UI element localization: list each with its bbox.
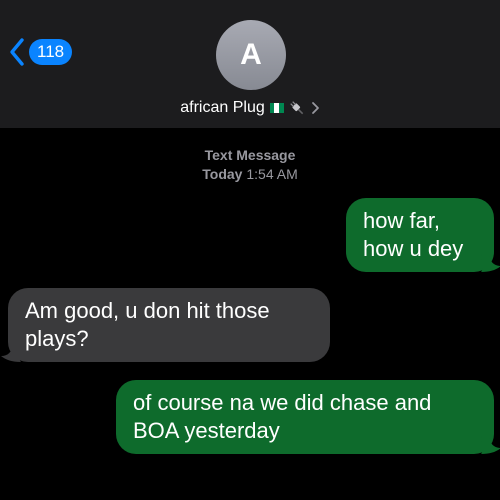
chevron-right-icon — [310, 101, 320, 115]
time-label: 1:54 AM — [246, 166, 298, 182]
date-label: Today — [202, 166, 243, 182]
contact-avatar[interactable]: A — [216, 20, 286, 90]
bubble-tail — [1, 344, 21, 362]
message-text: of course na we did chase and BOA yester… — [133, 390, 432, 443]
conversation-header: 118 A african Plug — [0, 0, 500, 128]
messages-screen: 118 A african Plug Text Message Today 1:… — [0, 0, 500, 500]
bubble-tail — [481, 436, 500, 454]
conversation-timestamp: Text Message Today 1:54 AM — [0, 146, 500, 184]
contact-name: african Plug — [180, 99, 265, 116]
bubble-tail — [481, 254, 500, 272]
sent-message-bubble[interactable]: how far, how u dey — [346, 198, 500, 272]
received-message-bubble[interactable]: Am good, u don hit those plays? — [1, 288, 330, 362]
service-label: Text Message — [204, 147, 296, 163]
electric-plug-icon — [288, 99, 306, 117]
message-text: Am good, u don hit those plays? — [25, 298, 270, 351]
message-text: how far, how u dey — [363, 208, 464, 261]
chevron-left-icon — [8, 37, 26, 67]
contact-name-button[interactable]: african Plug — [0, 96, 500, 120]
nigeria-flag-icon — [269, 103, 284, 113]
unread-count-badge: 118 — [29, 39, 73, 65]
sent-message-bubble[interactable]: of course na we did chase and BOA yester… — [116, 380, 500, 454]
back-button[interactable]: 118 — [8, 36, 73, 68]
